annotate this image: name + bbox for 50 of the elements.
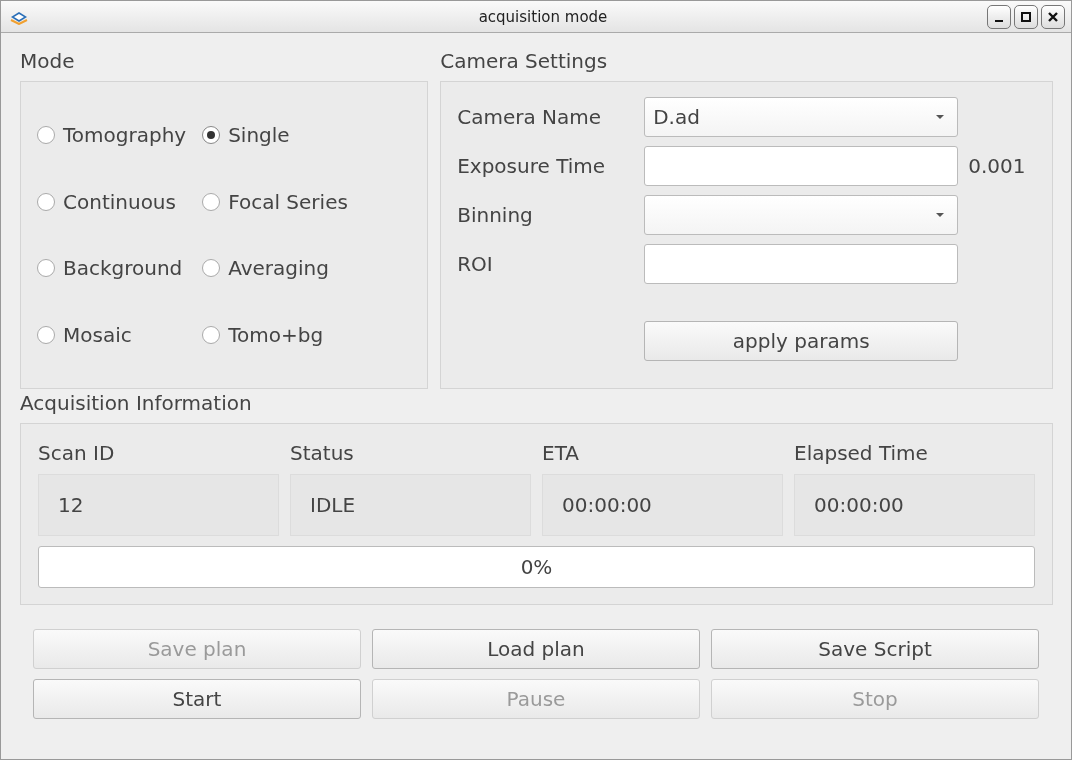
radio-option[interactable]: Averaging [202,256,348,281]
dropdown-field[interactable] [644,195,959,235]
close-icon [1047,10,1059,23]
action-button[interactable]: Load plan [372,629,700,669]
action-button[interactable]: Start [33,679,361,719]
minimize-button[interactable] [987,4,1011,29]
field-label: Binning [457,203,534,227]
radio-button-icon[interactable] [202,325,221,344]
radio-button-icon[interactable] [37,259,55,278]
radio-option[interactable]: Mosaic [37,322,187,347]
input-field[interactable] [644,244,959,284]
readout-field: IDLE [290,474,531,536]
radio-button-icon[interactable] [37,192,55,211]
dropdown-field[interactable]: D.ad [644,97,959,137]
group-title: Camera Settings [440,48,609,75]
maximize-button[interactable] [1014,4,1038,29]
maximize-icon [1020,10,1032,23]
group-title: Acquisition Information [20,390,253,417]
close-button[interactable] [1041,4,1065,29]
radio-option[interactable]: Tomography [37,123,187,148]
radio-option[interactable]: Single [202,123,348,148]
radio-button-icon[interactable] [37,325,55,344]
radio-button-icon[interactable] [202,126,221,145]
apply-params-button[interactable]: apply params [644,321,959,361]
radio-option[interactable]: Focal Series [202,189,348,214]
radio-option[interactable]: Background [37,256,187,281]
minimize-icon [995,19,1003,22]
value-text: 0.001 [968,154,1026,178]
input-field[interactable] [644,146,959,186]
radio-button-icon[interactable] [202,192,221,211]
progress-bar: 0% [38,546,1035,588]
column-label: Elapsed Time [794,440,929,467]
column-label: Scan ID [38,440,116,467]
action-button[interactable]: Save Script [711,629,1039,669]
window-title: acquisition mode [477,7,609,26]
radio-option[interactable]: Continuous [37,189,187,214]
column-label: ETA [542,440,580,467]
radio-option[interactable]: Tomo+bg [202,322,348,347]
caret-icon [935,212,946,218]
field-label: ROI [457,252,494,276]
caret-icon [935,114,946,120]
radio-button-icon[interactable] [202,259,221,278]
field-label: Exposure Time [457,154,607,178]
column-label: Status [290,440,355,467]
radio-button-icon[interactable] [37,126,55,145]
group-title: Mode [20,48,76,75]
field-label: Camera Name [457,105,603,129]
readout-field: 12 [38,474,279,536]
readout-field: 00:00:00 [542,474,783,536]
readout-field: 00:00:00 [794,474,1035,536]
